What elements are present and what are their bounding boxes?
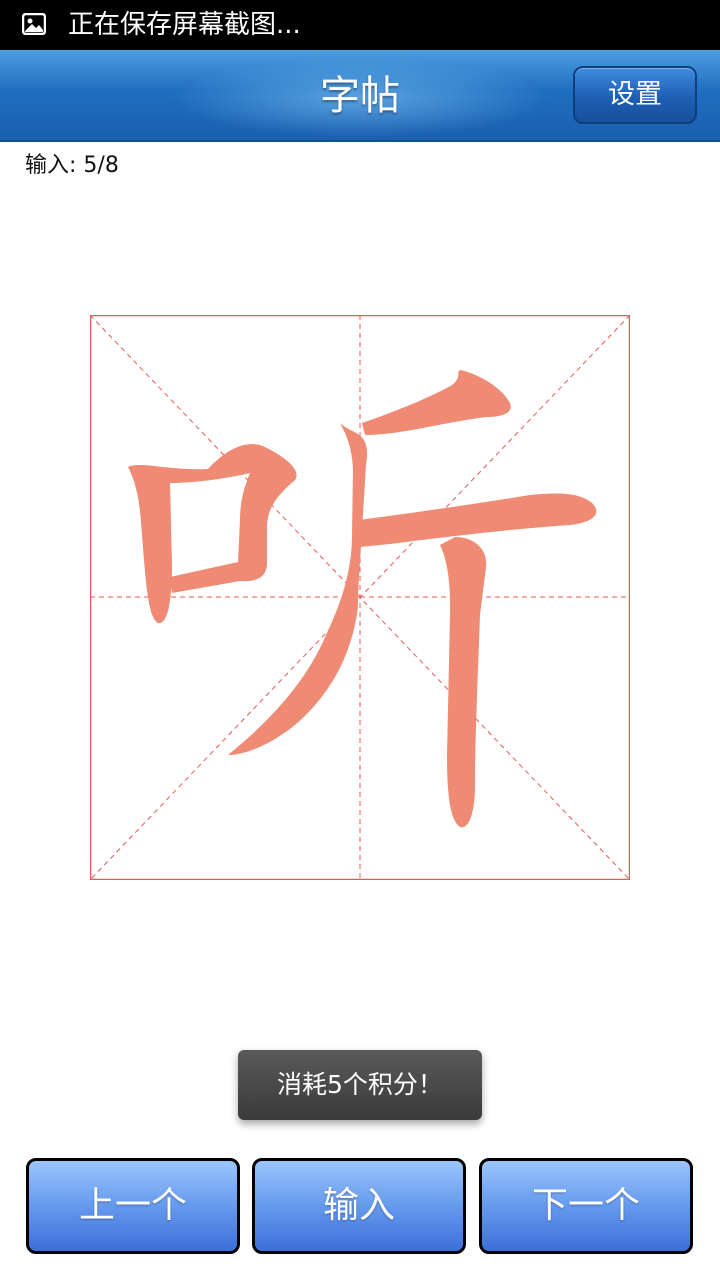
image-icon [22, 13, 46, 35]
next-button[interactable]: 下一个 [479, 1158, 693, 1254]
settings-button[interactable]: 设置 [573, 66, 697, 124]
character-grid[interactable] [90, 315, 630, 880]
title-bar: 字帖 设置 [0, 50, 720, 142]
previous-button[interactable]: 上一个 [26, 1158, 240, 1254]
character-glyph [128, 370, 597, 828]
toast-message: 消耗5个积分！ [238, 1050, 482, 1120]
input-counter: 输入: 5/8 [25, 153, 119, 178]
status-notification-text: 正在保存屏幕截图... [68, 10, 301, 40]
status-bar: 正在保存屏幕截图... [0, 0, 720, 50]
input-button[interactable]: 输入 [252, 1158, 466, 1254]
